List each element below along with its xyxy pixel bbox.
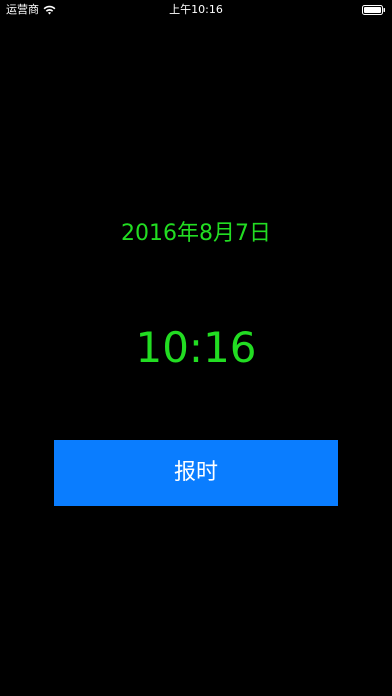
time-label: 10:16 — [135, 323, 257, 372]
battery-icon — [362, 5, 386, 15]
status-bar: 运营商 上午10:16 — [0, 0, 392, 20]
date-label: 2016年8月7日 — [121, 221, 271, 246]
report-time-button[interactable]: 报时 — [54, 440, 338, 506]
status-time: 上午10:16 — [169, 3, 223, 16]
